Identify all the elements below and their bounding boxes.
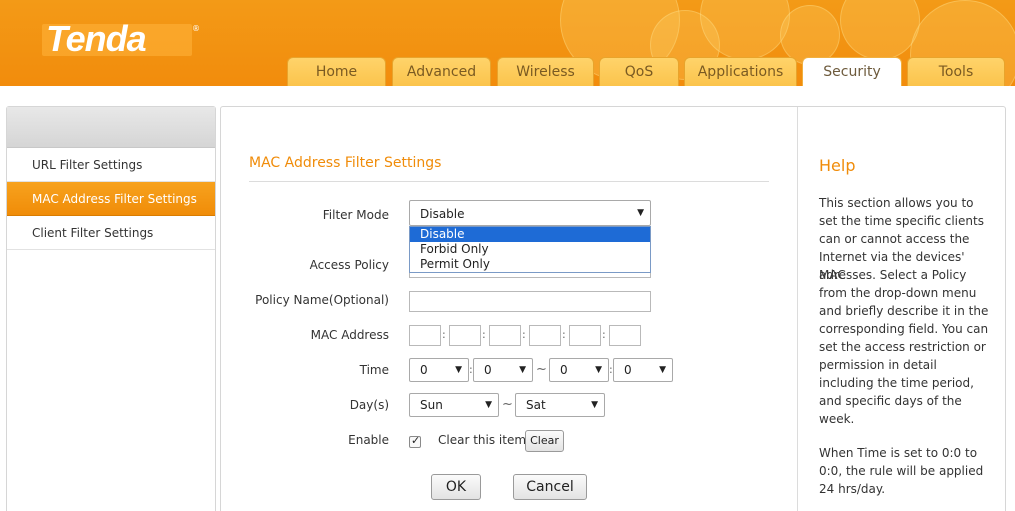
mac-octet-4-input[interactable] — [529, 325, 561, 346]
chevron-down-icon: ▼ — [485, 400, 492, 410]
end-minute-select[interactable]: 0 ▼ — [613, 358, 673, 382]
end-hour-value: 0 — [560, 363, 568, 377]
logo-registered-mark: ® — [192, 24, 200, 33]
mac-separator: : — [602, 328, 606, 341]
chevron-down-icon: ▼ — [455, 365, 462, 375]
start-minute-value: 0 — [484, 363, 492, 377]
mac-address-label: MAC Address — [310, 328, 389, 342]
end-minute-value: 0 — [624, 363, 632, 377]
end-day-value: Sat — [526, 398, 546, 412]
mac-octet-1-input[interactable] — [409, 325, 441, 346]
mac-octet-2-input[interactable] — [449, 325, 481, 346]
help-text-line: and specific days of the — [819, 394, 962, 408]
enable-checkbox[interactable]: ✓ — [409, 434, 421, 448]
help-text-line: set the time specific clients — [819, 214, 984, 228]
mac-octet-5-input[interactable] — [569, 325, 601, 346]
cancel-button[interactable]: Cancel — [513, 474, 587, 500]
mac-separator: : — [522, 328, 526, 341]
tab-security[interactable]: Security — [802, 57, 902, 86]
chevron-down-icon: ▼ — [595, 365, 602, 375]
dropdown-option-disable[interactable]: Disable — [410, 227, 650, 242]
clear-button[interactable]: Clear — [525, 430, 564, 452]
filter-mode-value: Disable — [420, 207, 465, 221]
help-text-line: including the time period, — [819, 376, 974, 390]
tab-qos[interactable]: QoS — [599, 57, 679, 86]
end-day-select[interactable]: Sat ▼ — [515, 393, 605, 417]
time-label: Time — [359, 363, 389, 377]
sidebar-item-mac-filter[interactable]: MAC Address Filter Settings — [7, 182, 215, 216]
help-text-line: from the drop-down menu — [819, 286, 977, 300]
ok-button[interactable]: OK — [431, 474, 481, 500]
tab-tools[interactable]: Tools — [907, 57, 1005, 86]
help-text-line: 0:0, the rule will be applied — [819, 464, 984, 478]
logo-text: Tenda — [46, 18, 147, 59]
policy-name-input[interactable] — [409, 291, 651, 312]
mac-separator: : — [562, 328, 566, 341]
start-hour-select[interactable]: 0 ▼ — [409, 358, 469, 382]
help-divider — [797, 107, 798, 511]
tenda-logo: Tenda ® — [42, 18, 200, 59]
dropdown-option-forbid-only[interactable]: Forbid Only — [410, 242, 650, 257]
filter-mode-label: Filter Mode — [322, 208, 389, 222]
time-range-separator: ~ — [536, 362, 547, 377]
start-minute-select[interactable]: 0 ▼ — [473, 358, 533, 382]
filter-mode-select[interactable]: Disable ▼ — [409, 200, 651, 226]
tab-advanced[interactable]: Advanced — [392, 57, 491, 86]
mac-octet-3-input[interactable] — [489, 325, 521, 346]
clear-item-label: Clear this item: — [438, 433, 531, 447]
page-title: MAC Address Filter Settings — [249, 155, 442, 171]
tab-applications[interactable]: Applications — [684, 57, 797, 86]
sidebar-header — [7, 107, 215, 148]
help-text-line: adresses. Select a Policy — [819, 268, 967, 282]
start-hour-value: 0 — [420, 363, 428, 377]
help-text-line: and briefly describe it in the — [819, 304, 989, 318]
help-text-line: corresponding field. You can — [819, 322, 989, 336]
mac-separator: : — [442, 328, 446, 341]
chevron-down-icon: ▼ — [519, 365, 526, 375]
title-divider — [249, 181, 769, 182]
sidebar-item-client-filter[interactable]: Client Filter Settings — [7, 216, 215, 250]
policy-name-label: Policy Name(Optional) — [255, 293, 389, 307]
header-bubble-decor — [840, 0, 920, 60]
start-day-select[interactable]: Sun ▼ — [409, 393, 499, 417]
end-hour-select[interactable]: 0 ▼ — [549, 358, 609, 382]
checkmark-icon: ✓ — [411, 434, 421, 447]
help-text-line: When Time is set to 0:0 to — [819, 446, 978, 460]
filter-mode-dropdown[interactable]: Disable Forbid Only Permit Only — [409, 226, 651, 273]
help-text-line: set the access restriction or — [819, 340, 986, 354]
chevron-down-icon: ▼ — [659, 365, 666, 375]
help-text-line: week. — [819, 412, 855, 426]
header-bubble-decor — [780, 5, 840, 65]
mac-separator: : — [482, 328, 486, 341]
days-range-separator: ~ — [502, 397, 513, 412]
help-text-line: This section allows you to — [819, 196, 974, 210]
tab-home[interactable]: Home — [287, 57, 386, 86]
sidebar: URL Filter Settings MAC Address Filter S… — [6, 106, 216, 511]
dropdown-option-permit-only[interactable]: Permit Only — [410, 257, 650, 272]
access-policy-label: Access Policy — [309, 258, 389, 272]
help-title: Help — [819, 156, 856, 175]
chevron-down-icon: ▼ — [591, 400, 598, 410]
start-day-value: Sun — [420, 398, 443, 412]
chevron-down-icon: ▼ — [637, 208, 644, 218]
mac-octet-6-input[interactable] — [609, 325, 641, 346]
days-label: Day(s) — [349, 398, 389, 412]
help-text-line: 24 hrs/day. — [819, 482, 886, 496]
enable-label: Enable — [348, 433, 389, 447]
help-text-line: can or cannot access the — [819, 232, 970, 246]
help-text-line: permission in detail — [819, 358, 937, 372]
sidebar-item-url-filter[interactable]: URL Filter Settings — [7, 148, 215, 182]
header-bar: Tenda ® Home Advanced Wireless QoS Appli… — [0, 0, 1015, 86]
tab-wireless[interactable]: Wireless — [497, 57, 594, 86]
